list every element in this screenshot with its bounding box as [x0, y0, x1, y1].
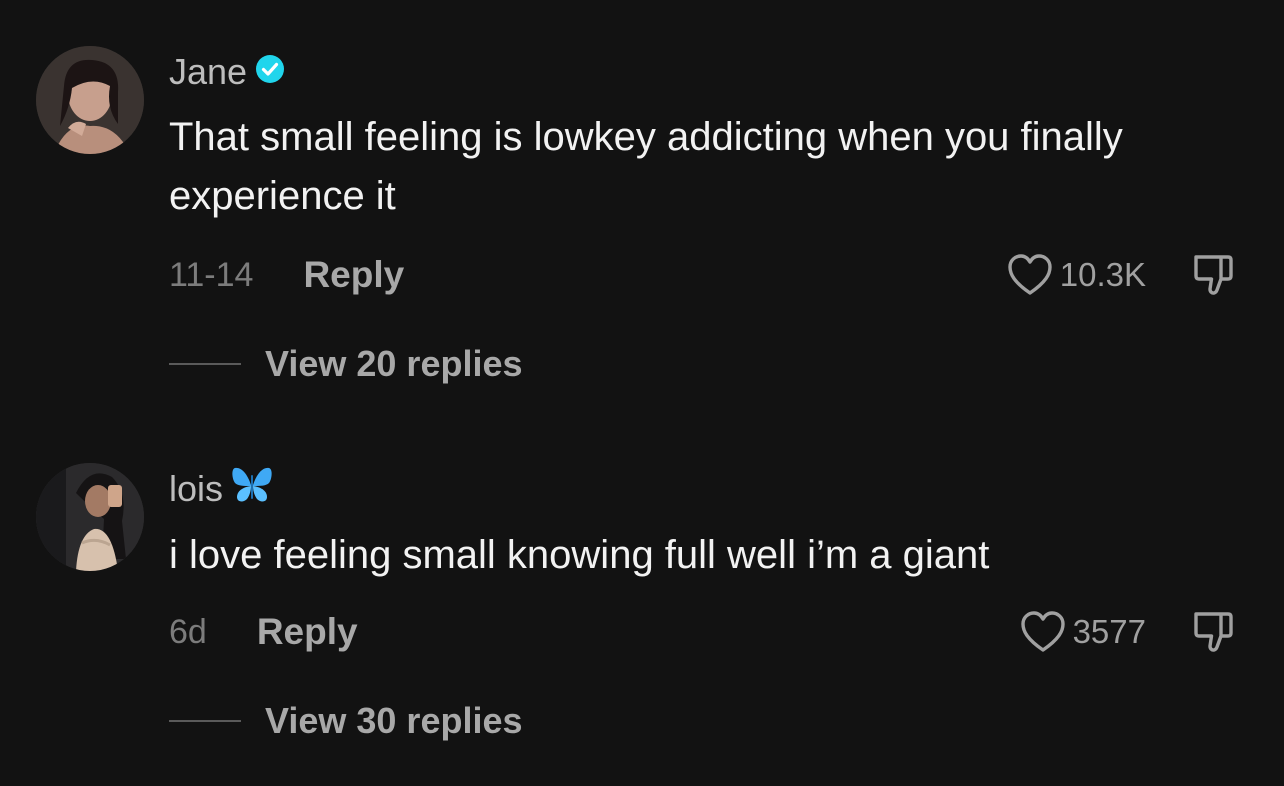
- avatar-image: [36, 463, 144, 571]
- like-count: 3577: [1072, 613, 1146, 650]
- avatar[interactable]: [36, 463, 144, 571]
- view-replies-button[interactable]: View 30 replies: [169, 697, 523, 745]
- username-text: lois: [169, 468, 224, 509]
- comment-meta: 6d Reply 3577: [169, 608, 1236, 656]
- comment-text: i love feeling small knowing full well i…: [169, 533, 990, 577]
- thread-line: [169, 720, 241, 722]
- heart-icon: [1020, 611, 1065, 652]
- comment-username[interactable]: lois: [169, 467, 273, 511]
- butterfly-icon: [231, 465, 273, 514]
- like-button[interactable]: 3577: [1019, 610, 1146, 654]
- comment-item: lois i love feeling small knowing full w…: [0, 0, 1284, 786]
- dislike-button[interactable]: [1190, 609, 1236, 655]
- thumbs-down-icon: [1194, 612, 1233, 652]
- reply-button[interactable]: Reply: [257, 611, 358, 653]
- view-replies-label: View 30 replies: [265, 700, 523, 741]
- comment-date: 6d: [169, 612, 207, 651]
